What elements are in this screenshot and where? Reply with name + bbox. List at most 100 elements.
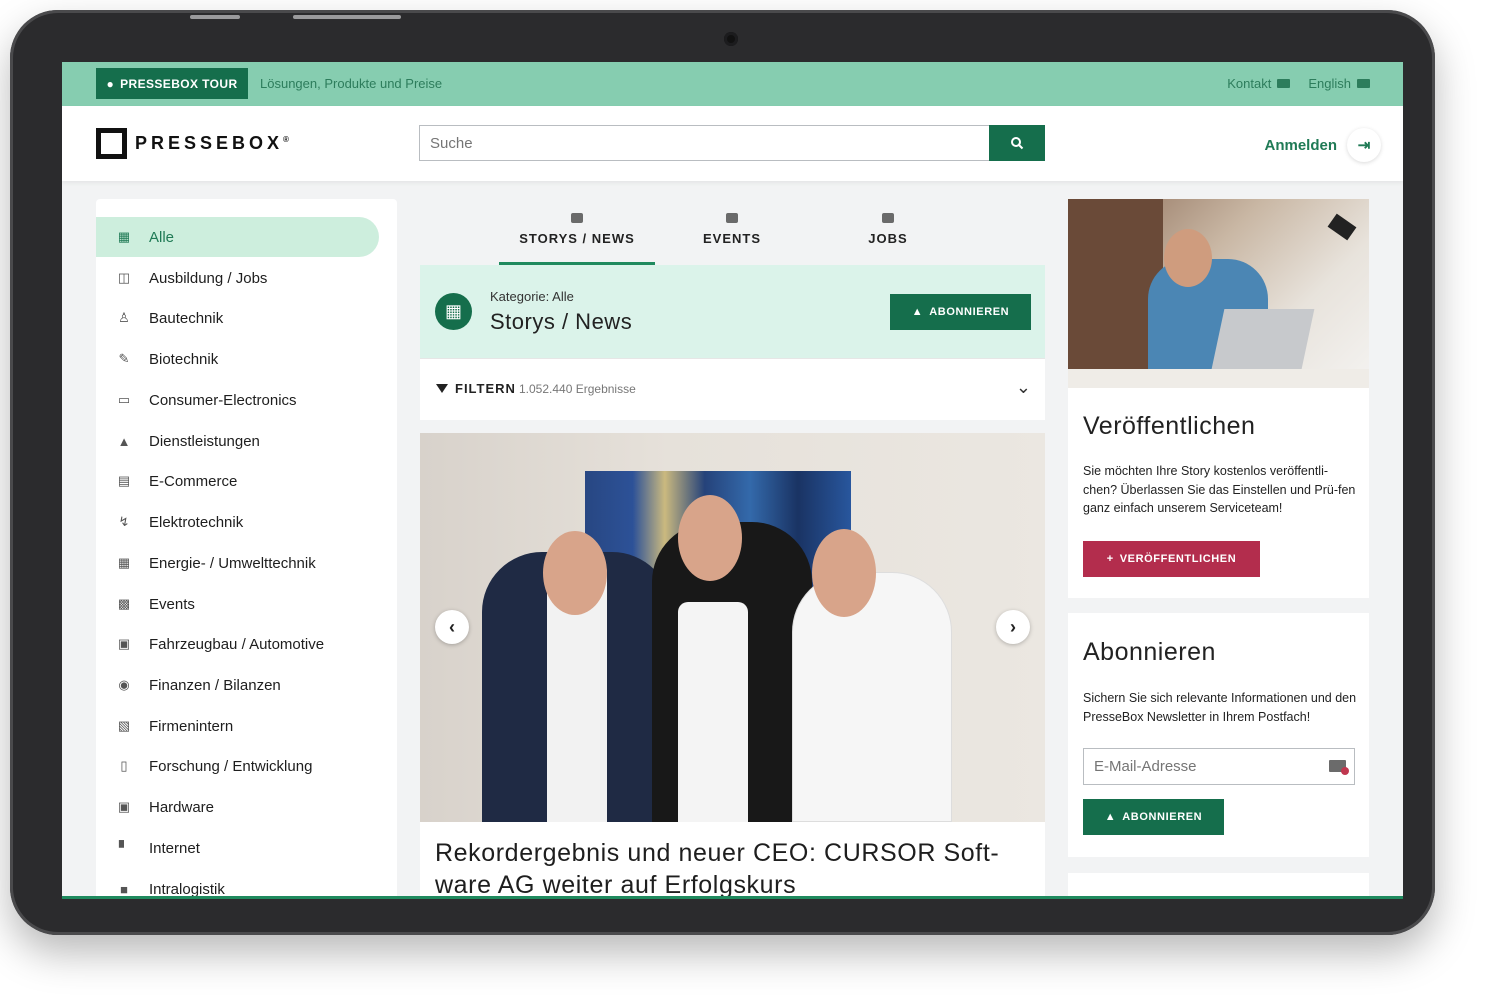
sidebar-item-label: Energie- / Umwelttechnik xyxy=(149,554,316,572)
person-left-head xyxy=(543,531,607,615)
sidebar-item-label: Internet xyxy=(149,839,200,857)
tab-storys-news[interactable]: STORYS / NEWS xyxy=(499,199,655,265)
sidebar-item-alle[interactable]: ▦ Alle xyxy=(96,217,379,257)
filter-icon xyxy=(436,384,448,393)
search-icon xyxy=(1011,137,1024,150)
bell-service-icon: ▲ xyxy=(117,433,131,449)
carousel-next-button[interactable]: › xyxy=(996,610,1030,644)
pressebox-tour-button[interactable]: ● PRESSEBOX TOUR xyxy=(96,68,248,99)
logo-text: PRESSEBOX® xyxy=(135,133,289,154)
sidebar-item-e-commerce[interactable]: ▤ E-Commerce xyxy=(96,461,379,501)
news-icon xyxy=(571,213,583,223)
article-headline[interactable]: Rekordergebnis und neuer CEO: CURSOR Sof… xyxy=(435,837,1035,899)
envelope-alert-icon xyxy=(1329,760,1349,775)
category-sidebar: ▦ Alle ◫ Ausbildung / Jobs ♙ Bautechnik ✎ Bi… xyxy=(96,199,397,899)
grid-icon: ▦ xyxy=(435,293,472,330)
sidebar-item-elektrotechnik[interactable]: ↯ Elektrotechnik xyxy=(96,502,379,542)
contact-link[interactable]: Kontakt xyxy=(1227,76,1291,91)
sidebar-item-label: Alle xyxy=(149,228,175,246)
logo-registered-mark: ® xyxy=(283,135,289,144)
tab-label: JOBS xyxy=(868,231,908,246)
tablet-frame: ● PRESSEBOX TOUR Lösungen, Produkte und … xyxy=(10,10,1435,935)
sidebar-item-consumer-electronics[interactable]: ▭ Consumer-Electronics xyxy=(96,380,379,420)
screen: ● PRESSEBOX TOUR Lösungen, Produkte und … xyxy=(62,62,1403,899)
plus-icon: + xyxy=(1106,553,1114,565)
sidebar-item-firmenintern[interactable]: ▧ Firmenintern xyxy=(96,706,379,746)
person-right xyxy=(792,572,952,822)
tour-label: PRESSEBOX TOUR xyxy=(120,76,238,91)
publish-card: Veröffentlichen Sie möchten Ihre Story k… xyxy=(1068,199,1369,598)
sidebar-item-label: Biotechnik xyxy=(149,350,219,368)
tab-events[interactable]: EVENTS xyxy=(654,199,810,265)
screen-bottom-accent xyxy=(62,896,1403,899)
content-tabs: STORYS / NEWS EVENTS JOBS xyxy=(420,199,1044,265)
chip-icon: ▣ xyxy=(117,799,131,814)
language-label: English xyxy=(1308,76,1351,91)
sidebar-item-label: Ausbildung / Jobs xyxy=(149,269,268,287)
desk xyxy=(1068,369,1369,388)
person-right-head xyxy=(812,529,876,617)
sidebar-item-label: E-Commerce xyxy=(149,472,238,490)
sidebar-item-intralogistik[interactable]: ■ Intralogistik xyxy=(96,869,379,899)
language-link[interactable]: English xyxy=(1308,76,1370,91)
sidebar-item-forschung-entwicklung[interactable]: ▯ Forschung / Entwicklung xyxy=(96,746,379,786)
publish-text: Sie möchten Ihre Story kostenlos veröffe… xyxy=(1083,464,1356,515)
result-count: 1.052.440 Ergebnisse xyxy=(519,382,636,396)
login-link[interactable]: Anmelden ⇥ xyxy=(1264,128,1381,162)
sidebar-item-dienstleistungen[interactable]: ▲ Dienstleistungen xyxy=(96,421,379,461)
sidebar-item-fahrzeugbau-automotive[interactable]: ▣ Fahrzeugbau / Automotive xyxy=(96,624,379,664)
worker-icon: ♙ xyxy=(118,310,130,325)
category-panel: ▦ Kategorie: Alle Storys / News ▲ ABONNI… xyxy=(420,265,1045,358)
header: PRESSEBOX® Anmelden ⇥ xyxy=(62,106,1403,181)
sidebar-item-label: Elektrotechnik xyxy=(149,513,244,531)
email-input[interactable] xyxy=(1084,749,1354,784)
sidebar-item-label: Consumer-Electronics xyxy=(149,391,297,409)
pressebox-logo[interactable]: PRESSEBOX® xyxy=(96,128,289,159)
sidebar-item-label: Hardware xyxy=(149,798,215,816)
subscribe-title: Abonnieren xyxy=(1083,638,1216,666)
bell-icon: ▲ xyxy=(911,306,924,318)
logo-wordmark: PRESSEBOX xyxy=(135,133,284,153)
publish-photo xyxy=(1068,199,1369,388)
piggy-bank-icon: ◉ xyxy=(118,677,130,692)
tab-label: EVENTS xyxy=(702,231,761,246)
subscribe-text: Sichern Sie sich relevante Informationen… xyxy=(1083,691,1357,724)
tour-subtitle-link[interactable]: Lösungen, Produkte und Preise xyxy=(260,76,442,91)
sidebar-item-finanzen-bilanzen[interactable]: ◉ Finanzen / Bilanzen xyxy=(96,665,379,705)
category-subscribe-button[interactable]: ▲ ABONNIEREN xyxy=(890,294,1031,330)
person-middle-shirt xyxy=(678,602,748,822)
devices-icon: ▭ xyxy=(117,392,131,407)
login-label: Anmelden xyxy=(1264,136,1337,154)
tab-jobs[interactable]: JOBS xyxy=(810,199,966,265)
sidebar-item-hardware[interactable]: ▣ Hardware xyxy=(96,787,379,827)
whiteboard-icon: ◫ xyxy=(117,270,131,285)
sidebar-item-energie-umwelttechnik[interactable]: ▦ Energie- / Umwelttechnik xyxy=(96,543,379,583)
sidebar-item-label: Bautechnik xyxy=(149,309,224,327)
sidebar-item-label: Finanzen / Bilanzen xyxy=(149,676,281,694)
search-button[interactable] xyxy=(989,125,1045,161)
search-input[interactable] xyxy=(419,125,989,161)
sidebar-item-label: Dienstleistungen xyxy=(149,432,260,450)
sidebar-item-biotechnik[interactable]: ✎ Biotechnik xyxy=(96,339,379,379)
carousel-prev-button[interactable]: ‹ xyxy=(435,610,469,644)
publish-title: Veröffentlichen xyxy=(1083,412,1256,440)
newsletter-subscribe-button[interactable]: ▲ ABONNIEREN xyxy=(1083,799,1224,835)
publish-button[interactable]: + VERÖFFENTLICHEN xyxy=(1083,541,1260,577)
logo-square-icon xyxy=(96,128,127,159)
building-icon: ▧ xyxy=(117,718,131,733)
tablet-power-button xyxy=(293,15,401,19)
tab-label: STORYS / NEWS xyxy=(519,231,635,246)
sidebar-item-ausbildung-jobs[interactable]: ◫ Ausbildung / Jobs xyxy=(96,258,379,298)
filter-bar[interactable]: FILTERN 1.052.440 Ergebnisse ⌄ xyxy=(420,358,1045,420)
grid-icon: ▦ xyxy=(117,229,131,244)
sidebar-item-label: Intralogistik xyxy=(149,880,225,898)
chevron-down-icon[interactable]: ⌄ xyxy=(1016,377,1031,398)
calendar-icon xyxy=(726,213,738,223)
subscribe-label: ABONNIEREN xyxy=(929,306,1010,318)
sidebar-item-events[interactable]: ▩ Events xyxy=(96,584,379,624)
subscribe-card: Abonnieren Sichern Sie sich relevante In… xyxy=(1068,613,1369,857)
sidebar-item-bautechnik[interactable]: ♙ Bautechnik xyxy=(96,298,379,338)
sidebar-item-internet[interactable]: ▘ Internet xyxy=(96,828,379,868)
sign-in-icon: ⇥ xyxy=(1347,128,1381,162)
article-card[interactable]: ‹ › Rekordergebnis und neuer CEO: CURSOR… xyxy=(420,433,1045,899)
